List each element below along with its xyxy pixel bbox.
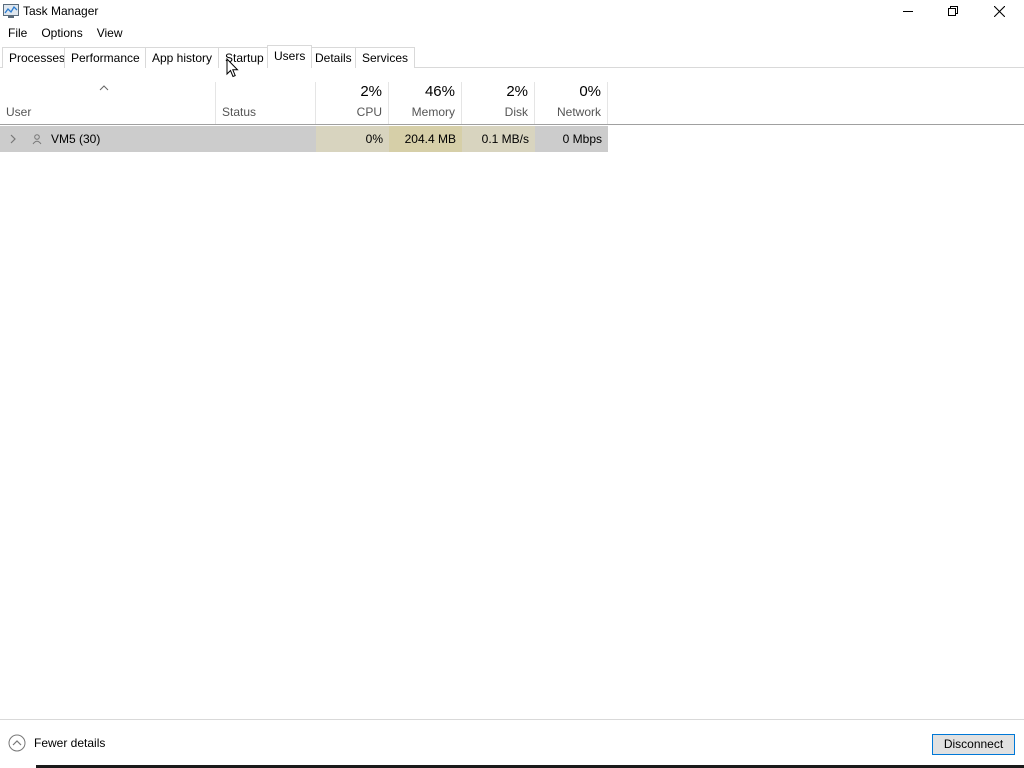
column-memory-label: Memory <box>411 105 455 119</box>
tab-users[interactable]: Users <box>267 45 313 68</box>
fewer-details-label: Fewer details <box>34 736 106 750</box>
minimize-button[interactable] <box>885 0 931 22</box>
tab-details[interactable]: Details <box>308 47 359 68</box>
tab-services[interactable]: Services <box>355 47 416 68</box>
column-network-label: Network <box>556 105 601 119</box>
mouse-cursor-icon <box>226 58 239 78</box>
network-percent: 0% <box>579 83 601 100</box>
user-name: VM5 (30) <box>51 132 101 146</box>
menu-file[interactable]: File <box>0 24 34 42</box>
column-status-label: Status <box>222 105 257 119</box>
maximize-button[interactable] <box>930 0 976 22</box>
column-memory[interactable]: 46% Memory <box>389 82 462 124</box>
column-user[interactable]: User <box>0 82 216 124</box>
cpu-percent: 2% <box>360 83 382 100</box>
disconnect-button[interactable]: Disconnect <box>932 734 1015 755</box>
window-title: Task Manager <box>23 4 99 18</box>
menu-view[interactable]: View <box>90 24 130 42</box>
task-manager-icon <box>3 4 19 18</box>
sort-ascending-icon <box>99 85 109 91</box>
minimize-icon <box>903 11 913 12</box>
column-header: User Status 2% CPU 46% Memory 2% Disk 0%… <box>0 82 1024 125</box>
close-icon <box>993 5 1005 17</box>
disk-percent: 2% <box>506 83 528 100</box>
user-icon <box>32 134 42 145</box>
column-cpu[interactable]: 2% CPU <box>316 82 389 124</box>
table-row[interactable]: VM5 (30) 0% 204.4 MB 0.1 MB/s 0 Mbps <box>0 126 608 152</box>
footer: Fewer details Disconnect <box>0 719 1024 768</box>
column-disk[interactable]: 2% Disk <box>462 82 535 124</box>
column-user-label: User <box>6 105 32 119</box>
column-status[interactable]: Status <box>216 82 316 124</box>
title-bar[interactable]: Task Manager <box>0 0 1024 24</box>
menu-bar: File Options View <box>0 24 130 42</box>
tab-bar: Processes Performance App history Startu… <box>0 45 1024 68</box>
chevron-right-icon[interactable] <box>8 132 18 146</box>
memory-cell: 204.4 MB <box>389 126 462 152</box>
cpu-cell: 0% <box>316 126 389 152</box>
user-cell: VM5 (30) <box>0 126 316 152</box>
fewer-details-button[interactable]: Fewer details <box>8 734 105 752</box>
chevron-up-circle-icon <box>8 734 26 752</box>
maximize-icon <box>948 6 958 16</box>
column-network[interactable]: 0% Network <box>535 82 608 124</box>
tab-performance[interactable]: Performance <box>64 47 147 68</box>
column-disk-label: Disk <box>504 105 528 119</box>
memory-percent: 46% <box>424 83 455 100</box>
tab-app-history[interactable]: App history <box>145 47 220 68</box>
tab-processes[interactable]: Processes <box>2 47 73 68</box>
column-cpu-label: CPU <box>356 105 382 119</box>
close-button[interactable] <box>976 0 1022 22</box>
disk-cell: 0.1 MB/s <box>462 126 535 152</box>
network-cell: 0 Mbps <box>535 126 608 152</box>
menu-options[interactable]: Options <box>34 24 89 42</box>
